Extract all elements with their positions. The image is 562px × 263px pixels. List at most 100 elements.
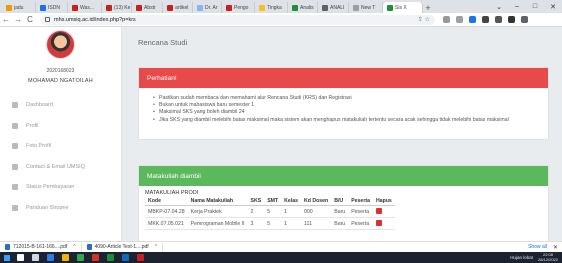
column-header: Kode [145, 196, 188, 206]
sidebar-item-label: Dashboard [26, 102, 53, 109]
taskbar-app-icon[interactable] [137, 254, 144, 261]
sidebar-item[interactable]: Status Pembayaran [0, 177, 121, 198]
browser-tab[interactable]: (13) Ke [102, 2, 132, 13]
delete-cell [372, 205, 395, 218]
notice-title: Perhatian! [139, 68, 548, 88]
download-item[interactable]: 712015-B-161-166....pdf ^ [0, 242, 82, 252]
extension-icon[interactable] [508, 16, 515, 23]
tab-favicon-icon [6, 4, 12, 11]
table-cell: Kerja Praktek [187, 205, 248, 218]
profile-card: 2020168023 MOHAMAD NGATOILAH [0, 27, 121, 95]
browser-tab[interactable]: Abstr [132, 2, 163, 13]
tab-search-icon[interactable]: ⌄ [490, 3, 508, 11]
tab-title: jadu [14, 4, 24, 11]
dashboard-icon [12, 102, 18, 109]
taskbar-app-icon[interactable] [62, 254, 69, 261]
url-text: mhs.umsiq.ac.id/index.php?p=krs [54, 16, 136, 23]
browser-tab[interactable]: jadu [2, 2, 36, 13]
chevron-up-icon[interactable]: ^ [73, 244, 75, 250]
taskbar-app-icon[interactable] [32, 254, 39, 261]
taskbar-app-icon[interactable] [92, 254, 99, 261]
reload-button[interactable]: C [24, 15, 36, 24]
browser-tab[interactable]: ISDN [36, 2, 68, 13]
file-icon [86, 244, 92, 250]
minimize-icon[interactable]: – [508, 3, 526, 10]
extension-icon[interactable] [443, 16, 450, 23]
taskbar-app-icon[interactable] [77, 254, 84, 261]
table-cell: 5 [264, 205, 282, 218]
delete-icon[interactable] [375, 207, 382, 214]
new-tab-button[interactable]: + [423, 2, 433, 13]
delete-cell [372, 217, 395, 230]
sidebar-item[interactable]: Profil [0, 116, 121, 137]
browser-tab[interactable]: ANALI [318, 2, 349, 13]
column-header: SMT [264, 196, 282, 206]
table-cell: Baru [331, 217, 349, 230]
page-title: Rencana Studi [138, 38, 188, 47]
weather-text[interactable]: Hujan lebat [510, 255, 533, 260]
taskbar-app-icon[interactable] [107, 254, 114, 261]
tab-favicon-icon [387, 4, 393, 11]
phone-icon [12, 163, 18, 170]
table-cell: Pemrograman Mobile II [187, 217, 248, 230]
back-button[interactable]: ← [0, 15, 12, 24]
address-bar[interactable]: mhs.umsiq.ac.id/index.php?p=krs ⇪ ☆ [40, 14, 435, 25]
taskbar-app-icon[interactable] [47, 254, 54, 261]
tab-favicon-icon [167, 4, 173, 11]
notice-item: Jika SKS yang diambil melebihi batas mak… [153, 117, 548, 124]
download-filename: 712015-B-161-166....pdf [13, 244, 68, 250]
browser-tab[interactable]: Analis [288, 2, 318, 13]
maximize-icon[interactable]: □ [526, 3, 544, 10]
start-button[interactable] [0, 254, 13, 261]
chevron-up-icon[interactable]: ^ [155, 244, 157, 250]
browser-tab[interactable]: Dr. Ar [193, 2, 222, 13]
show-all-downloads-link[interactable]: Show all [528, 244, 553, 250]
extension-icon[interactable] [456, 16, 463, 23]
tab-title: artikel [175, 4, 189, 11]
notice-item: Bukan untuk mahasiswa baru semester 1 [153, 102, 548, 109]
sidebar-item[interactable]: Foto Profil [0, 136, 121, 157]
browser-tab[interactable]: Pengo [222, 2, 255, 13]
extension-icon[interactable] [521, 16, 528, 23]
taskbar-app-icon[interactable] [122, 254, 129, 261]
lock-icon [45, 17, 50, 22]
web-page: 2020168023 MOHAMAD NGATOILAH Dashboard Pr… [0, 27, 562, 241]
course-group-heading: MATAKULIAH PRODI [145, 190, 199, 196]
tab-favicon-icon [292, 4, 298, 11]
extension-icon[interactable] [495, 16, 502, 23]
tab-title: Was... [80, 4, 94, 11]
browser-toolbar: ← → C mhs.umsiq.ac.id/index.php?p=krs ⇪ … [0, 13, 562, 27]
table-cell: 5 [264, 217, 282, 230]
system-tray: Hujan lebat 22:08 28/12/2022 [510, 252, 562, 262]
extension-icon[interactable] [469, 16, 476, 23]
image-icon [12, 143, 18, 150]
download-item[interactable]: 4090-Article Text-1....pdf ^ [82, 242, 164, 252]
sidebar-item[interactable]: Dashboard [0, 95, 121, 116]
browser-tab[interactable]: Tingka [255, 2, 288, 13]
student-name: MOHAMAD NGATOILAH [28, 78, 93, 84]
extension-icon[interactable] [482, 16, 489, 23]
browser-tab-active[interactable]: Sis X [383, 2, 423, 13]
windows-logo-icon [3, 254, 10, 261]
close-downloads-bar-icon[interactable]: ✕ [553, 244, 562, 251]
browser-tab[interactable]: New T [349, 2, 383, 13]
close-window-icon[interactable]: ✕ [544, 3, 562, 11]
tab-title: Pengo [234, 4, 249, 11]
forward-button[interactable]: → [12, 15, 24, 24]
bookmark-star-icon[interactable]: ⇪ ☆ [418, 16, 430, 23]
taskbar-app-icon[interactable] [17, 254, 24, 261]
window-controls: ⌄ – □ ✕ [490, 0, 562, 13]
table-cell: 1 [281, 205, 302, 218]
clock[interactable]: 22:08 28/12/2022 [538, 252, 558, 262]
tab-title: (13) Ke [114, 4, 131, 11]
column-header: Kelas [281, 196, 302, 206]
column-header: B/U [331, 196, 349, 206]
column-header: Peserta [348, 196, 373, 206]
browser-tab[interactable]: artikel [163, 2, 193, 13]
delete-icon[interactable] [375, 219, 382, 226]
notice-item: Pastikan sudah membaca dan memahami alur… [153, 95, 548, 102]
tab-title: Dr. Ar [205, 4, 218, 11]
browser-tab[interactable]: Was... [68, 2, 102, 13]
sidebar-item[interactable]: Contact & Email UMSIQ [0, 157, 121, 178]
sidebar-item[interactable]: Panduan Shopee [0, 198, 121, 219]
